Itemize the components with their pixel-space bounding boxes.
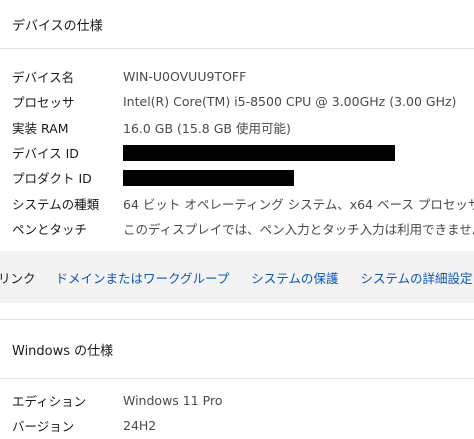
pen-touch-value: このディスプレイでは、ペン入力とタッチ入力は利用できません bbox=[123, 221, 474, 237]
device-spec-title: デバイスの仕様 bbox=[12, 18, 103, 34]
spec-row-edition: エディション Windows 11 Pro bbox=[12, 388, 474, 413]
divider bbox=[0, 378, 474, 379]
windows-spec-table: エディション Windows 11 Pro バージョン 24H2 bbox=[12, 388, 474, 439]
spec-row-pen-touch: ペンとタッチ このディスプレイでは、ペン入力とタッチ入力は利用できません bbox=[12, 216, 474, 241]
related-links-bar: リンク ドメインまたはワークグループ システムの保護 システムの詳細設定 bbox=[0, 251, 474, 303]
system-type-value: 64 ビット オペレーティング システム、x64 ベース プロセッサ bbox=[123, 196, 474, 212]
spec-label: エディション bbox=[12, 394, 87, 410]
edition-value: Windows 11 Pro bbox=[123, 393, 223, 409]
link-advanced-system-settings[interactable]: システムの詳細設定 bbox=[360, 268, 472, 287]
spec-label: ペンとタッチ bbox=[12, 221, 88, 237]
device-spec-table: デバイス名 WIN-U0OVUU9TOFF プロセッサ Intel(R) Cor… bbox=[12, 64, 474, 241]
spec-label: バージョン bbox=[12, 419, 75, 435]
redacted-device-id bbox=[123, 144, 395, 161]
spec-label: デバイス ID bbox=[12, 146, 79, 162]
spec-label: デバイス名 bbox=[12, 70, 75, 86]
spec-label: プロセッサ bbox=[12, 95, 75, 111]
device-name-value: WIN-U0OVUU9TOFF bbox=[123, 69, 247, 85]
link-domain-workgroup[interactable]: ドメインまたはワークグループ bbox=[56, 268, 230, 287]
spec-row-version: バージョン 24H2 bbox=[12, 413, 474, 438]
spec-label: システムの種類 bbox=[12, 196, 100, 212]
spec-row-ram: 実装 RAM 16.0 GB (15.8 GB 使用可能) bbox=[12, 115, 474, 140]
spec-row-device-id: デバイス ID bbox=[12, 140, 474, 165]
divider bbox=[0, 48, 474, 49]
spec-row-device-name: デバイス名 WIN-U0OVUU9TOFF bbox=[12, 64, 474, 89]
spec-row-product-id: プロダクト ID bbox=[12, 165, 474, 190]
spec-label: プロダクト ID bbox=[12, 171, 92, 187]
related-links-label: リンク bbox=[0, 270, 36, 286]
link-system-protection[interactable]: システムの保護 bbox=[251, 268, 338, 287]
device-spec-header[interactable]: デバイスの仕様 bbox=[0, 0, 474, 48]
ram-value: 16.0 GB (15.8 GB 使用可能) bbox=[123, 120, 291, 136]
spec-row-system-type: システムの種類 64 ビット オペレーティング システム、x64 ベース プロセ… bbox=[12, 190, 474, 215]
windows-spec-header[interactable]: Windows の仕様 bbox=[0, 320, 474, 378]
section-gap bbox=[0, 303, 474, 320]
processor-value: Intel(R) Core(TM) i5-8500 CPU @ 3.00GHz … bbox=[123, 94, 457, 110]
spec-label: 実装 RAM bbox=[12, 120, 69, 136]
spec-row-processor: プロセッサ Intel(R) Core(TM) i5-8500 CPU @ 3.… bbox=[12, 89, 474, 114]
windows-spec-title: Windows の仕様 bbox=[12, 343, 114, 359]
version-value: 24H2 bbox=[123, 418, 157, 434]
redacted-product-id bbox=[123, 169, 294, 186]
